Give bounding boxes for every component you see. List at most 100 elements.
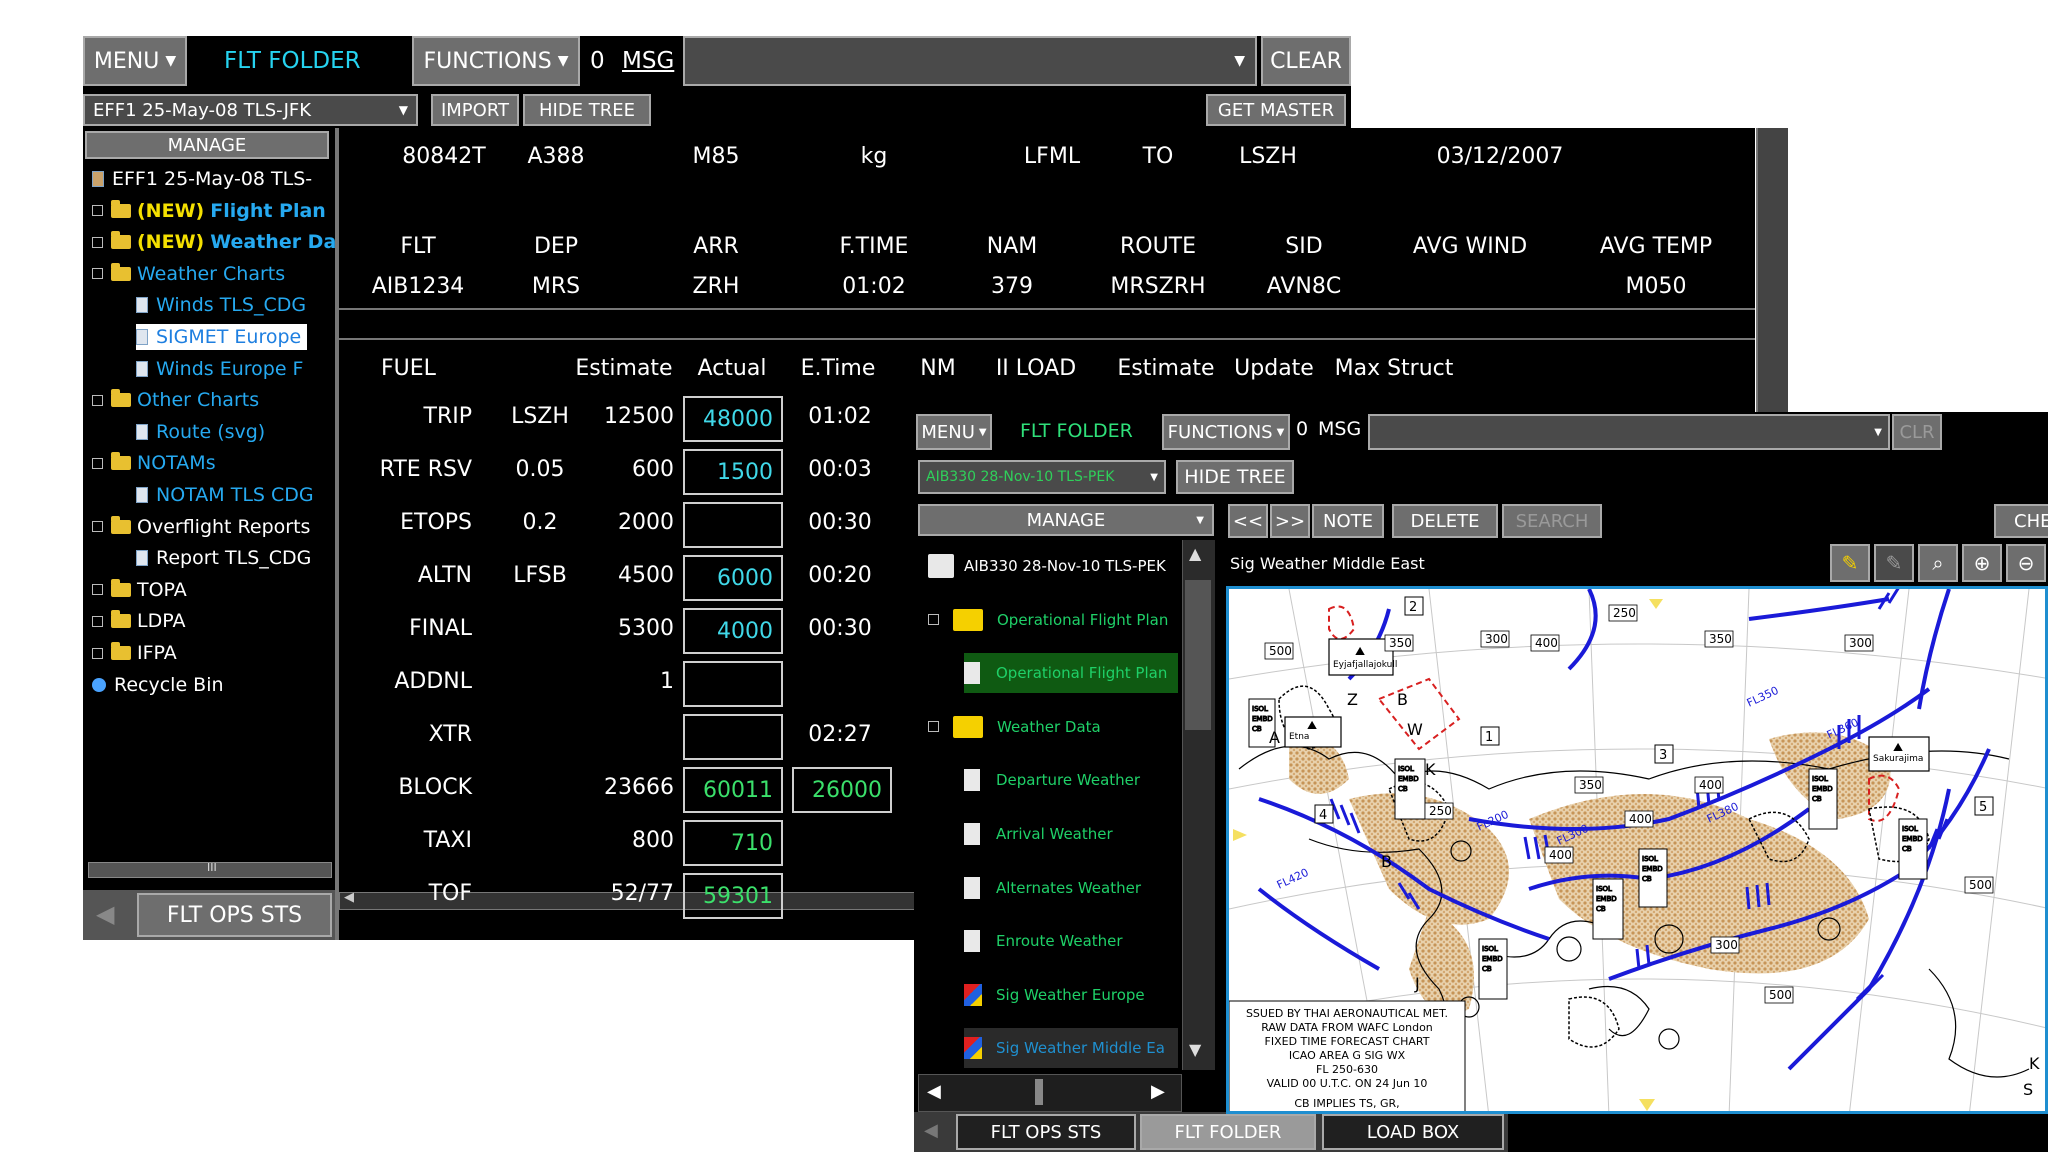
highlight-pen-icon[interactable]: ✎ [1830, 544, 1870, 582]
expand-icon[interactable] [92, 236, 103, 248]
expand-icon[interactable] [928, 614, 939, 626]
note-button[interactable]: NOTE [1312, 504, 1384, 538]
block-update-input[interactable]: 26000 [792, 767, 892, 813]
front-tree-item[interactable]: Alternates Weather [964, 868, 1141, 908]
front-tree-item[interactable]: Sig Weather Middle Ea [964, 1028, 1178, 1069]
nav-prev-button[interactable]: << [1228, 504, 1268, 538]
tree-item[interactable]: Route (svg) [136, 419, 265, 445]
fuel-actual-input[interactable]: 59301 [683, 873, 783, 919]
cb-label: EMBD [1482, 955, 1503, 963]
front-tree-item[interactable]: Arrival Weather [964, 814, 1113, 854]
expand-icon[interactable] [92, 205, 103, 217]
fuel-actual-input[interactable]: 6000 [683, 555, 783, 601]
fuel-actual-input[interactable]: 710 [683, 820, 783, 866]
tree-item[interactable]: Report TLS_CDG [136, 545, 311, 571]
front-tree-item[interactable]: Operational Flight Plan [928, 600, 1168, 640]
msg-label[interactable]: MSG [622, 48, 674, 74]
tree-item[interactable]: EFF1 25-May-08 TLS- [92, 166, 312, 192]
tree-item[interactable]: NOTAM TLS CDG [136, 482, 314, 508]
functions-button[interactable]: FUNCTIONS ▼ [412, 36, 580, 86]
front-hide-tree-button[interactable]: HIDE TREE [1176, 460, 1294, 494]
new-badge: (NEW) [137, 231, 205, 254]
expand-icon[interactable] [92, 394, 103, 406]
import-button[interactable]: IMPORT [431, 94, 519, 126]
tab-load-box[interactable]: LOAD BOX [1322, 1114, 1504, 1150]
front-manage-button[interactable]: MANAGE ▼ [918, 504, 1214, 536]
expand-icon[interactable] [928, 721, 939, 733]
tab-flt-ops-sts[interactable]: FLT OPS STS [137, 893, 332, 937]
front-tree-item[interactable]: Sig Weather Europe [964, 975, 1145, 1015]
front-functions-button[interactable]: FUNCTIONS ▼ [1162, 414, 1290, 450]
sig-weather-map[interactable]: Eyjafjallajokull Etna Sakurajima ⛰ ⛰ ⛰ ISO… [1226, 586, 2048, 1114]
front-msg-count: 0 [1296, 418, 1309, 440]
flight-select[interactable]: EFF1 25-May-08 TLS-JFK ▼ [83, 94, 418, 126]
tree-item[interactable]: (NEW) Weather Da [92, 229, 336, 255]
front-tree-item[interactable]: Enroute Weather [964, 921, 1123, 961]
fuel-actual-input[interactable] [683, 714, 783, 760]
front-tree-item[interactable]: Departure Weather [964, 760, 1140, 800]
content-vscroll[interactable] [1756, 128, 1788, 413]
menu-button[interactable]: MENU ▼ [83, 36, 187, 86]
tree-item[interactable]: IFPA [92, 640, 177, 666]
left-arrow-icon[interactable]: ◀ [924, 1120, 938, 1141]
tree-item[interactable]: LDPA [92, 608, 185, 634]
delete-button[interactable]: DELETE [1392, 504, 1498, 538]
manage-button[interactable]: MANAGE [85, 131, 329, 159]
tree-item[interactable]: Other Charts [92, 387, 259, 413]
front-clear-button[interactable]: CLR [1892, 414, 1942, 450]
expand-icon[interactable] [92, 615, 103, 627]
scroll-down-icon[interactable]: ▼ [1189, 1040, 1201, 1059]
expand-icon[interactable] [92, 521, 103, 533]
tab-flt-folder[interactable]: FLT FOLDER [1140, 1114, 1316, 1150]
tree-item[interactable]: Weather Charts [92, 261, 285, 287]
front-tree-item[interactable]: Operational Flight Plan [964, 653, 1178, 694]
clear-button[interactable]: CLEAR [1261, 36, 1351, 86]
message-dropdown[interactable]: ▼ [683, 36, 1257, 86]
tree-item[interactable]: NOTAMs [92, 450, 216, 476]
front-tree-item[interactable]: AIB330 28-Nov-10 TLS-PEK [928, 546, 1166, 586]
expand-icon[interactable] [92, 584, 103, 596]
expand-icon[interactable] [92, 457, 103, 469]
scroll-thumb[interactable] [1035, 1079, 1043, 1105]
fuel-actual-input[interactable]: 1500 [683, 449, 783, 495]
fuel-actual-input[interactable] [683, 661, 783, 707]
fuel-actual-input[interactable]: 4000 [683, 608, 783, 654]
eraser-pen-icon[interactable]: ✎ [1874, 544, 1914, 582]
fuel-actual-input[interactable]: 60011 [683, 767, 783, 813]
front-message-dropdown[interactable]: ▼ [1368, 414, 1890, 450]
fuel-actual-input[interactable]: 48000 [683, 396, 783, 442]
front-flight-select[interactable]: AIB330 28-Nov-10 TLS-PEK ▼ [918, 460, 1166, 494]
expand-icon[interactable] [92, 647, 103, 659]
front-menu-button[interactable]: MENU ▼ [916, 414, 992, 450]
hide-tree-button[interactable]: HIDE TREE [523, 94, 651, 126]
search-button[interactable]: SEARCH [1502, 504, 1602, 538]
front-tree-item[interactable]: Weather Data [928, 707, 1101, 747]
right-arrow-icon[interactable]: ▶ [1151, 1081, 1165, 1102]
fuel-header-cell: Estimate [575, 356, 673, 381]
front-msg-label[interactable]: MSG [1318, 418, 1361, 440]
left-arrow-icon[interactable]: ◀ [96, 900, 126, 930]
che-button[interactable]: CHE [1994, 504, 2048, 538]
tree-item[interactable]: TOPA [92, 577, 187, 603]
get-master-button[interactable]: GET MASTER [1206, 94, 1346, 126]
zoom-fit-icon[interactable]: ⌕ [1918, 544, 1958, 582]
scroll-up-icon[interactable]: ▲ [1189, 544, 1201, 563]
expand-icon[interactable] [92, 268, 103, 280]
left-arrow-icon[interactable]: ◀ [344, 890, 354, 905]
scroll-thumb[interactable] [1185, 580, 1211, 730]
tree-item[interactable]: (NEW) Flight Plan [92, 198, 326, 224]
tree-item[interactable]: Winds Europe F [136, 356, 303, 382]
tree-item[interactable]: Overflight Reports [92, 514, 310, 540]
fuel-actual-input[interactable] [683, 502, 783, 548]
nav-next-button[interactable]: >> [1270, 504, 1310, 538]
front-tree-hscroll[interactable]: ◀ ▶ [918, 1074, 1182, 1112]
zoom-out-icon[interactable]: ⊖ [2006, 544, 2046, 582]
front-tree-vscroll[interactable]: ▲ ▼ [1182, 540, 1215, 1070]
tree-item[interactable]: SIGMET Europe [136, 324, 308, 350]
tree-scrollbar[interactable]: III [88, 861, 332, 878]
left-arrow-icon[interactable]: ◀ [927, 1081, 941, 1102]
tab-flt-ops-sts[interactable]: FLT OPS STS [956, 1114, 1136, 1150]
tree-item[interactable]: Winds TLS_CDG [136, 292, 306, 318]
tree-item[interactable]: Recycle Bin [92, 672, 224, 698]
zoom-in-icon[interactable]: ⊕ [1962, 544, 2002, 582]
